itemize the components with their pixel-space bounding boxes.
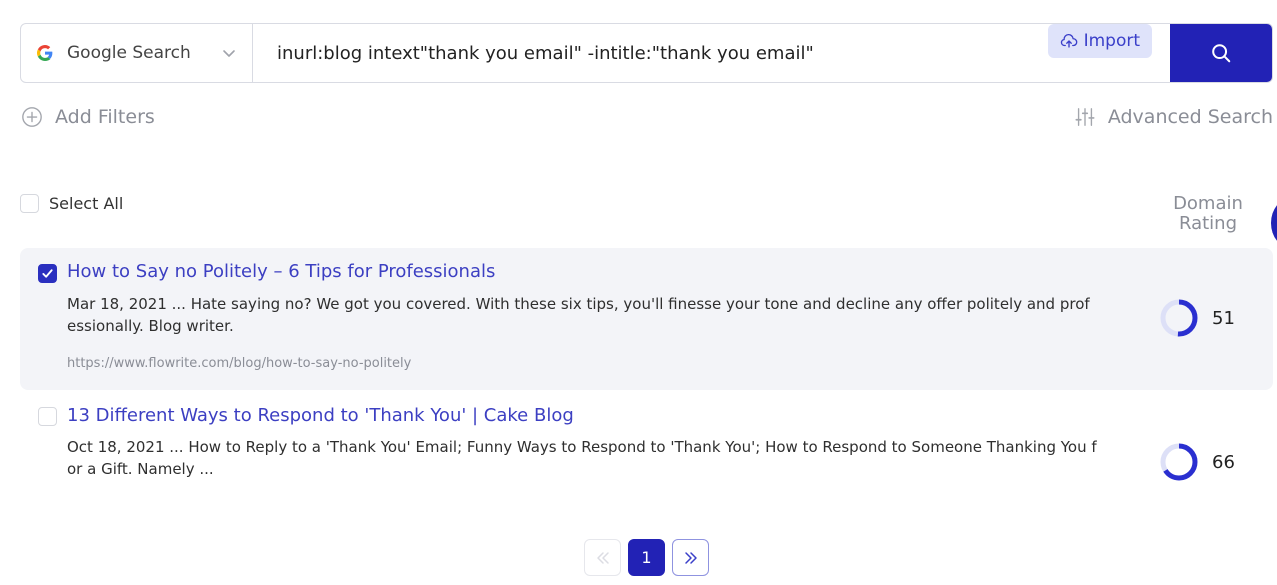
domain-rating-header-line2: Rating (1178, 213, 1238, 234)
result-item: 13 Different Ways to Respond to 'Thank Y… (20, 392, 1273, 502)
result-title-link[interactable]: How to Say no Politely – 6 Tips for Prof… (67, 261, 495, 282)
pagination: 1 (584, 539, 709, 576)
add-filters-button[interactable]: Add Filters (21, 106, 155, 128)
advanced-search-button[interactable]: Advanced Search (1074, 106, 1273, 128)
domain-rating-header: Domain Rating (1158, 194, 1258, 234)
result-snippet: Mar 18, 2021 ... Hate saying no? We got … (67, 295, 1090, 335)
domain-rating: 66 (1158, 440, 1268, 484)
select-all-label: Select All (49, 194, 124, 213)
select-all-checkbox[interactable] (20, 194, 39, 213)
search-icon (1212, 44, 1231, 63)
domain-rating: 51 (1158, 296, 1268, 340)
add-filters-label: Add Filters (55, 106, 155, 128)
result-title-link[interactable]: 13 Different Ways to Respond to 'Thank Y… (67, 405, 574, 426)
chevron-down-icon (223, 50, 235, 57)
previous-page-button[interactable] (584, 539, 621, 576)
search-bar: Google Search inurl:blog intext"thank yo… (20, 23, 1273, 83)
result-checkbox[interactable] (38, 264, 57, 283)
checkmark-icon (42, 269, 53, 278)
result-checkbox[interactable] (38, 407, 57, 426)
domain-rating-value: 51 (1212, 307, 1235, 329)
search-button[interactable] (1170, 24, 1272, 82)
import-label: Import (1083, 31, 1140, 51)
result-snippet: Oct 18, 2021 ... How to Reply to a 'Than… (67, 438, 1097, 478)
double-chevron-left-icon (596, 551, 609, 564)
double-chevron-right-icon (684, 551, 697, 564)
domain-rating-value: 66 (1212, 451, 1235, 473)
google-icon (37, 45, 53, 61)
page-button[interactable]: 1 (628, 539, 665, 576)
next-page-button[interactable] (672, 539, 709, 576)
plus-circle-icon (22, 107, 42, 127)
cloud-upload-icon (1060, 33, 1077, 48)
domain-rating-ring (1160, 443, 1198, 481)
domain-rating-header-line1: Domain (1173, 193, 1243, 214)
advanced-search-label: Advanced Search (1107, 106, 1273, 128)
search-engine-label: Google Search (67, 43, 191, 63)
search-engine-select[interactable]: Google Search (21, 24, 253, 82)
domain-rating-ring (1160, 299, 1198, 337)
search-input[interactable]: inurl:blog intext"thank you email" -inti… (253, 24, 1048, 82)
result-url[interactable]: https://www.flowrite.com/blog/how-to-say… (67, 356, 411, 371)
sliders-icon (1075, 108, 1095, 126)
import-button[interactable]: Import (1047, 24, 1152, 58)
result-item: How to Say no Politely – 6 Tips for Prof… (20, 248, 1273, 390)
select-all: Select All (20, 194, 123, 213)
side-panel-handle[interactable] (1271, 198, 1277, 248)
